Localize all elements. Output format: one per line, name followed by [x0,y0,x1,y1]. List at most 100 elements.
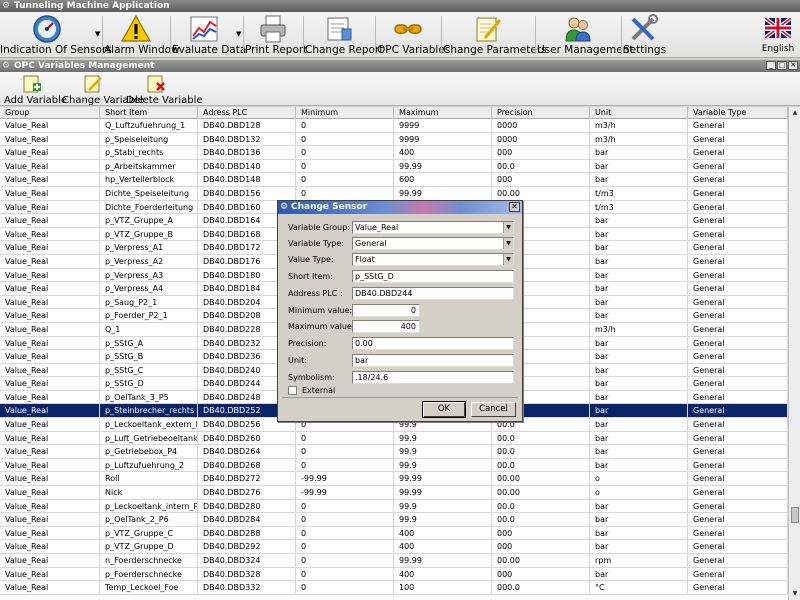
indication-of-sensors-button[interactable]: Indication Of Sensors [0,12,112,58]
user-management-button[interactable]: User Management [537,12,634,58]
change-report-button[interactable]: Change Report [305,12,383,58]
symbolism-row: Symbolism: .18/24.6 [288,371,514,385]
cancel-button[interactable]: Cancel [471,402,516,417]
table-row[interactable]: Value_Realp_Luft_Getriebeoeltank_P2DB40.… [0,431,788,446]
cell-precision: 00.0 [492,159,590,173]
settings-button[interactable]: Settings [623,12,666,58]
symbolism-input[interactable]: .18/24.6 [352,371,514,384]
vertical-scrollbar[interactable]: ▲ ▼ [788,107,800,600]
gear-icon: ⚙ [280,202,289,212]
cell-variable-type: General [688,363,788,377]
print-report-button[interactable]: Print Report [245,12,307,58]
table-row[interactable]: Value_Real p_Foerderschnecke DB40.DBD328 0 4… [0,567,788,582]
cell-precision: 00.00 [492,486,590,500]
column-header-variable-type[interactable]: Variable Type [688,107,788,119]
user-management-label: User Management [537,44,634,56]
table-row[interactable]: Value_Real Nick DB40.DBD276 -99.99 99.99 00.0… [0,486,788,500]
cell-variable-type: General [688,554,788,567]
unit-input[interactable]: bar [352,354,514,367]
table-row[interactable]: Value_Real Q_Luftzufuehrung_1 DB40.DBD128 0… [0,119,788,133]
column-header-short-item[interactable]: Short Item [100,107,198,119]
column-header-group[interactable]: Group [0,107,100,119]
chevron-down-icon[interactable]: ▼ [503,238,513,249]
table-row[interactable]: Value_Real Temp_Leckoel_Foe DB40.DBD332 0 10… [0,581,788,595]
column-header-maximum[interactable]: Maximum [394,107,492,119]
table-row[interactable]: Value_Real p_VTZ_Gruppe_D DB40.DBD292 0 400 0… [0,540,788,554]
delete-variable-button[interactable]: Delete Variable [126,74,203,106]
cell-variable-type: General [688,513,788,527]
cell-group: Value_Real [0,418,100,432]
scrollbar-thumb[interactable] [791,507,799,523]
external-checkbox[interactable] [288,386,297,395]
table-row[interactable]: Value_Real Dichte_Speiseleitung DB40.DBD15… [0,186,788,201]
table-row[interactable]: Value_Real p_Speiseleitung DB40.DBD132 0 999… [0,132,788,147]
short-item-input[interactable]: p_SStG_D [352,270,514,283]
table-row[interactable]: Value_Real p_Leckoeltank_intern_P3 DB40.DB… [0,499,788,514]
cell-precision: 00.00 [492,472,590,486]
cell-unit: bar [590,146,688,160]
cell-short-item: p_SStG_D [100,377,198,391]
table-row[interactable]: Value_Real p_Luftzufuehrung_2 DB40.DBD268 0… [0,458,788,473]
variable-type-value: General [355,239,387,248]
cell-group: Value_Real [0,309,100,323]
cell-maximum: 400 [394,146,492,160]
tools-icon [631,14,658,41]
cell-short-item: p_Stabi_rechts [100,146,198,160]
chevron-down-icon[interactable]: ▼ [503,254,513,265]
cell-group: Value_Real [0,268,100,282]
column-header-minimum[interactable]: Minimum [296,107,394,119]
table-row[interactable]: Value_Real Roll DB40.DBD272 -99.99 99.99 00.0… [0,472,788,487]
table-row[interactable]: Value_Real hp_Verteilerblock DB40.DBD148 0 6… [0,173,788,187]
column-header-adress-plc[interactable]: Adress PLC [198,107,296,119]
scroll-down-icon[interactable]: ▼ [790,589,800,599]
chevron-down-icon[interactable]: ▼ [236,30,241,38]
column-header-unit[interactable]: Unit [590,107,688,119]
cell-unit: bar [590,159,688,173]
table-row[interactable]: Value_Real p_Getriebebox_P4 DB40.DBD264 0 99… [0,445,788,459]
cell-short-item: Q_1 [100,322,198,336]
cell-variable-type: General [688,499,788,513]
opc-variables-button[interactable]: OPC Variables [377,12,450,58]
minimize-icon[interactable]: _ [766,61,776,70]
cell-minimum: 0 [296,119,394,132]
maximize-icon[interactable]: □ [777,61,787,70]
cell-short-item: hp_Verteilerblock [100,173,198,187]
cell-group: Value_Real [0,214,100,228]
ok-button[interactable]: OK [422,401,466,418]
variable-type-select[interactable]: General ▼ [352,237,514,250]
chevron-down-icon[interactable]: ▼ [95,30,100,38]
close-icon[interactable]: ✕ [788,61,798,70]
table-row[interactable]: Value_Real p_OelTank_2_P6 DB40.DBD284 0 99.9… [0,513,788,527]
cell-precision: 00.00 [492,186,590,200]
cell-variable-type: General [688,336,788,350]
table-row[interactable]: Value_Real p_Stabi_rechts DB40.DBD136 0 400 0… [0,146,788,160]
value-type-label: Value Type: [288,255,334,264]
variable-group-select[interactable]: Value_Real ▼ [352,221,514,234]
change-variable-button[interactable]: Change Variable [62,74,144,106]
cell-short-item: p_Speiseleitung [100,132,198,146]
add-variable-button[interactable]: Add Variable [4,74,67,106]
cell-variable-type: General [688,322,788,336]
cell-unit: bar [590,241,688,255]
maximum-value-input[interactable]: 400 [352,320,420,333]
precision-input[interactable]: 0.00 [352,337,514,350]
cell-maximum: 99.9 [394,499,492,513]
minimum-value-input[interactable]: 0 [352,304,420,317]
table-row[interactable]: Value_Real n_Foerderschnecke DB40.DBD324 0 9… [0,554,788,568]
alarm-window-button[interactable]: Alarm Window [104,12,180,58]
table-row[interactable]: Value_Real p_VTZ_Gruppe_C DB40.DBD288 0 400 0… [0,526,788,541]
column-header-precision[interactable]: Precision [492,107,590,119]
address-plc-input[interactable]: DB40.DBD244 [352,287,514,300]
value-type-select[interactable]: Float ▼ [352,253,514,266]
table-row[interactable]: Value_Real p_Arbeitskammer DB40.DBD140 0 99.… [0,159,788,174]
scroll-up-icon[interactable]: ▲ [790,108,800,118]
language-button[interactable]: English [758,12,798,58]
chevron-down-icon[interactable]: ▼ [503,222,513,233]
variable-group-label: Variable Group: [288,223,350,232]
cell-variable-type: General [688,282,788,296]
evaluate-data-button[interactable]: Evaluate Data [172,12,246,58]
cell-short-item: Roll [100,472,198,486]
close-icon[interactable]: ✕ [509,202,520,212]
toolbar-separator [535,16,536,54]
change-parameters-button[interactable]: Change Parameters [443,12,547,58]
